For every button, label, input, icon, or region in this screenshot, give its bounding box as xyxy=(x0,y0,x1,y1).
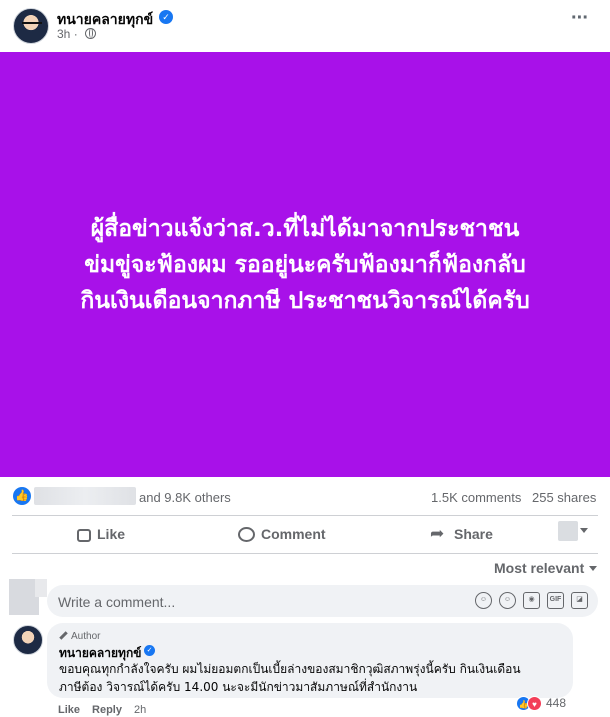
shares-count[interactable]: 255 shares xyxy=(532,490,596,505)
camera-icon[interactable]: ◉ xyxy=(523,592,540,609)
like-reaction-icon[interactable]: 👍 xyxy=(13,487,31,505)
post-text: ผู้สื่อข่าวแจ้งว่าส.ว.ที่ไม่ได้มาจากประช… xyxy=(80,215,530,314)
post-meta: 3h · xyxy=(57,27,97,41)
chevron-down-icon[interactable] xyxy=(580,528,588,533)
reactions-summary[interactable]: and 9.8K others xyxy=(139,490,231,505)
comment-reactions[interactable]: 👍 ♥ 448 xyxy=(516,694,566,712)
like-button[interactable]: Like xyxy=(77,517,125,551)
author-avatar[interactable] xyxy=(13,8,49,44)
avatar-glasses xyxy=(22,22,42,28)
divider-top xyxy=(12,515,598,516)
comment-actions: Like Reply 2h xyxy=(58,704,146,716)
comment-placeholder: Write a comment... xyxy=(58,594,176,610)
gif-icon[interactable]: GIF xyxy=(547,592,564,609)
profile-switcher-avatar[interactable] xyxy=(558,521,578,541)
emoji-icon[interactable]: ☺ xyxy=(499,592,516,609)
more-horizontal-icon[interactable]: ··· xyxy=(571,8,591,32)
current-user-avatar xyxy=(9,579,47,615)
share-button[interactable]: ➦ Share xyxy=(430,517,493,551)
reaction-stats: 👍 and 9.8K others 1.5K comments 255 shar… xyxy=(0,482,610,512)
author-badge-label: Author xyxy=(71,631,101,642)
speech-bubble-icon xyxy=(238,526,255,542)
comment-bubble: Author ทนายคลายทุกข์ ✓ ขอบคุณทุกกำลังใจค… xyxy=(47,623,573,698)
thumbs-up-icon xyxy=(77,529,91,542)
comment-button[interactable]: Comment xyxy=(238,517,326,551)
post-actions: Like Comment ➦ Share xyxy=(0,517,610,551)
post-meta-separator: · xyxy=(73,27,78,41)
like-label: Like xyxy=(97,526,126,542)
comment-reply-link[interactable]: Reply xyxy=(92,704,122,716)
comment-input-tools: ☺ ☺ ◉ GIF ◪ xyxy=(475,592,588,609)
comment-like-link[interactable]: Like xyxy=(58,704,80,716)
divider-bottom xyxy=(12,553,598,554)
comment-input[interactable]: Write a comment... ☺ ☺ ◉ GIF ◪ xyxy=(47,585,598,617)
author-badge: Author xyxy=(59,631,100,642)
comments-count[interactable]: 1.5K comments xyxy=(431,490,521,505)
verified-badge-icon: ✓ xyxy=(159,10,173,24)
chevron-down-icon xyxy=(589,566,598,571)
post-time[interactable]: 3h xyxy=(57,27,70,41)
comment-reaction-count: 448 xyxy=(546,696,567,710)
pencil-icon xyxy=(59,631,68,640)
avatar-sticker-icon[interactable]: ☺ xyxy=(475,592,492,609)
sort-label: Most relevant xyxy=(494,560,585,576)
share-arrow-icon: ➦ xyxy=(430,524,445,543)
globe-icon[interactable] xyxy=(85,28,97,39)
comment-text: ขอบคุณทุกกำลังใจครับ ผมไม่ยอมตกเป็นเบี้ย… xyxy=(59,662,521,694)
sticker-icon[interactable]: ◪ xyxy=(571,592,588,609)
comment-sort-dropdown[interactable]: Most relevant xyxy=(494,560,598,576)
reactor-name-redacted xyxy=(34,487,136,505)
comment-time[interactable]: 2h xyxy=(134,704,146,716)
share-label: Share xyxy=(454,526,493,542)
heart-reaction-icon: ♥ xyxy=(527,695,542,711)
comment-author-avatar[interactable] xyxy=(13,625,43,655)
post-card: ผู้สื่อข่าวแจ้งว่าส.ว.ที่ไม่ได้มาจากประช… xyxy=(0,52,610,477)
verified-badge-icon: ✓ xyxy=(144,645,155,656)
post-header: ทนายคลายทุกข์ ✓ 3h · ··· xyxy=(0,0,610,52)
comment-label: Comment xyxy=(261,526,326,542)
